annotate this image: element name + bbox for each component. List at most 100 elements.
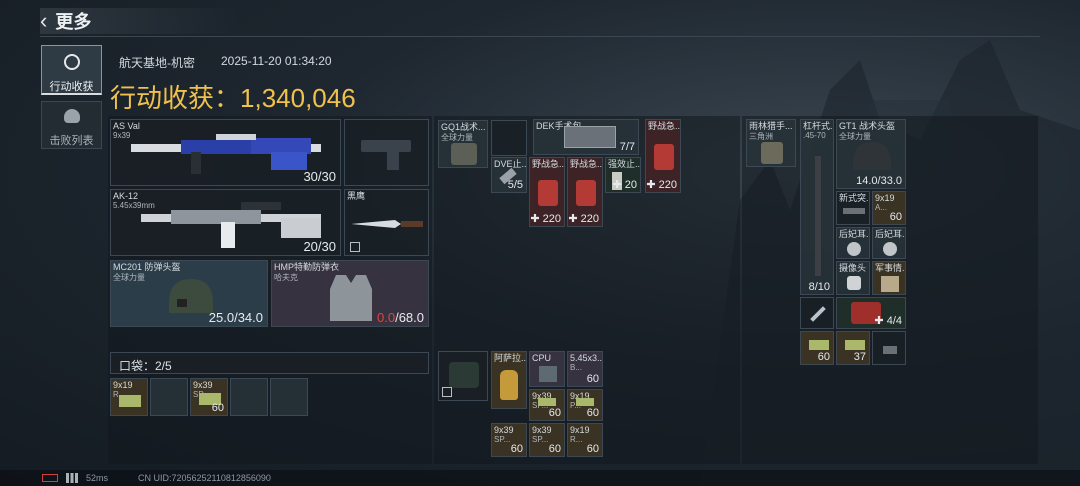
item-slot[interactable]: 强效止... ✚ 20 xyxy=(605,157,641,193)
item-slot[interactable]: 杠杆式... .45-70 8/10 xyxy=(800,119,834,295)
item-name: GT1 战术头盔 xyxy=(839,121,896,131)
golden-jug-icon xyxy=(500,370,518,400)
item-count: ✚ 220 xyxy=(568,213,599,225)
camera-icon xyxy=(847,276,861,290)
item-slot[interactable]: 新式突... xyxy=(836,191,870,225)
back-button[interactable]: ‹ 更多 xyxy=(40,8,240,34)
item-slot[interactable]: 5.45x3... B... 60 xyxy=(567,351,603,387)
backpack-icon xyxy=(449,362,479,388)
pocket-slot-4[interactable] xyxy=(230,378,268,416)
primary-weapon-slot-1[interactable]: AS Val 9x39 30/30 xyxy=(110,119,341,186)
knife-icon xyxy=(351,220,423,228)
pistol-slot[interactable] xyxy=(344,119,429,186)
item-slot[interactable]: 军事情... xyxy=(872,261,906,295)
item-name: 9x39 xyxy=(193,380,213,390)
medkit-icon xyxy=(576,180,596,206)
item-name: 野战急... xyxy=(570,159,603,169)
melee-slot[interactable]: 黑鹰 xyxy=(344,189,429,256)
pocket-slot-5[interactable] xyxy=(270,378,308,416)
item-slot[interactable]: 9x39 SP... 60 xyxy=(491,423,527,457)
item-sub: .45-70 xyxy=(803,131,826,140)
item-name: GQ1战术... xyxy=(441,122,486,132)
chest-rig-slot[interactable]: GQ1战术... 全球力量 xyxy=(438,120,488,168)
count-value: 220 xyxy=(658,179,677,191)
item-name: CPU xyxy=(532,353,552,363)
item-slot[interactable]: 野战急... ✚ 220 xyxy=(645,119,681,193)
harvest-value: 1,340,046 xyxy=(240,83,356,113)
count-value: 4/4 xyxy=(886,315,902,327)
item-slot[interactable]: 9x19 P... 60 xyxy=(567,389,603,421)
helmet-durability: 25.0/34.0 xyxy=(208,310,263,325)
item-slot[interactable]: 9x39 SP... 60 xyxy=(529,389,565,421)
empty-slot[interactable] xyxy=(491,120,527,156)
earring-icon xyxy=(847,242,861,256)
item-name: 野战急... xyxy=(532,159,565,169)
rifle-icon xyxy=(141,202,321,248)
chest-rig-icon xyxy=(451,143,477,165)
helmet-icon xyxy=(853,142,891,170)
backpack-slot[interactable] xyxy=(438,351,488,401)
tab-harvest[interactable]: 行动收获 xyxy=(41,45,102,95)
item-sub: A... xyxy=(875,203,888,212)
item-slot[interactable]: 9x19 R... 60 xyxy=(567,423,603,457)
match-datetime: 2025-11-20 01:34:20 xyxy=(221,54,332,68)
item-slot[interactable]: 雨林猎手... 三角洲 xyxy=(746,119,796,167)
locked-icon xyxy=(350,242,360,252)
pocket-slot-1[interactable]: 9x19 R... xyxy=(110,378,148,416)
ammo-count: 30/30 xyxy=(303,169,336,184)
item-slot[interactable]: 9x39 SP... 60 xyxy=(529,423,565,457)
item-slot[interactable]: 野战急... ✚ 220 xyxy=(567,157,603,227)
primary-weapon-slot-2[interactable]: AK-12 5.45x39mm 20/30 xyxy=(110,189,341,256)
item-name: 9x19 xyxy=(875,193,895,203)
medkit-icon xyxy=(538,180,558,206)
harvest-label: 行动收获： xyxy=(110,83,241,113)
map-name: 航天基地-机密 xyxy=(119,56,195,70)
armor-durability: 0.0/68.0 xyxy=(377,310,424,325)
item-sub: SP... xyxy=(532,435,549,444)
item-name: 军事情... xyxy=(875,263,905,273)
tab-label: 击败列表 xyxy=(49,135,94,147)
pocket-label: 口袋：2/5 xyxy=(119,359,172,373)
item-slot[interactable]: GT1 战术头盔 全球力量 14.0/33.0 xyxy=(836,119,906,189)
locked-icon xyxy=(442,387,452,397)
item-name: 摄像头 xyxy=(839,263,867,273)
item-slot[interactable]: 野战急... ✚ 220 xyxy=(529,157,565,227)
item-count: 60 xyxy=(586,373,599,385)
helmet-slot[interactable]: MC201 防弹头盔 全球力量 25.0/34.0 xyxy=(110,260,268,327)
item-name: 强效止... xyxy=(608,159,641,169)
armor-slot[interactable]: HMP特勤防弹衣 哈夫克 0.0/68.0 xyxy=(271,260,429,327)
armor-durability-max: /68.0 xyxy=(395,310,424,325)
signal-icon xyxy=(66,473,78,483)
item-sub: 三角洲 xyxy=(749,132,773,141)
pocket-slot-2[interactable] xyxy=(150,378,188,416)
item-slot[interactable]: 后妃耳... xyxy=(872,227,906,259)
pocket-slot-3[interactable]: 9x39 SP... 60 xyxy=(190,378,228,416)
item-slot[interactable]: 60 xyxy=(800,331,834,365)
tactical-rig-icon xyxy=(761,142,783,164)
item-slot[interactable]: 阿萨拉... xyxy=(491,351,527,409)
item-slot[interactable]: ✚ 4/4 xyxy=(836,297,906,329)
item-count: 7/7 xyxy=(619,141,635,153)
item-slot[interactable]: 37 xyxy=(836,331,870,365)
item-slot[interactable]: 9x19 A... 60 xyxy=(872,191,906,225)
count-value: 20 xyxy=(624,179,637,191)
item-slot[interactable] xyxy=(800,297,834,329)
lever-rifle-icon xyxy=(815,156,821,276)
harvest-summary: 行动收获：1,340,046 xyxy=(110,78,356,115)
item-slot[interactable]: 摄像头 xyxy=(836,261,870,295)
syringe-icon xyxy=(810,306,826,322)
item-name: 9x39 xyxy=(532,425,552,435)
rifle-icon xyxy=(131,134,321,174)
item-count: 60 xyxy=(817,351,830,363)
item-name: 阿萨拉... xyxy=(494,353,527,363)
item-slot[interactable]: DVE止... 5/5 xyxy=(491,157,527,193)
item-slot[interactable]: 后妃耳... xyxy=(836,227,870,259)
item-slot[interactable]: CPU xyxy=(529,351,565,387)
item-slot[interactable]: DEK手术包 7/7 xyxy=(533,119,639,155)
item-slot[interactable] xyxy=(872,331,906,365)
item-name: 9x19 xyxy=(570,425,590,435)
tab-label: 行动收获 xyxy=(49,81,94,93)
item-count: 14.0/33.0 xyxy=(856,175,902,187)
tab-kill-list[interactable]: 击败列表 xyxy=(41,101,102,149)
user-uid: CN UID:72056252110812856090 xyxy=(138,473,271,483)
